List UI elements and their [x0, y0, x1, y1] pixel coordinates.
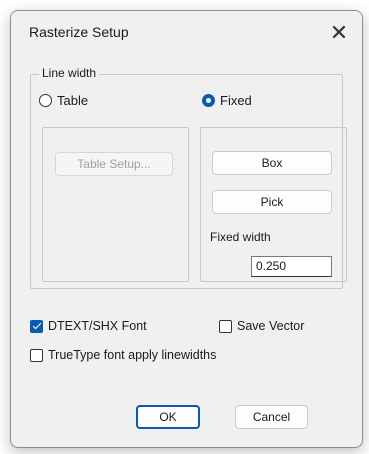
table-setup-button[interactable]: Table Setup...: [55, 152, 173, 176]
truetype-linewidths-label: TrueType font apply linewidths: [48, 348, 217, 362]
table-radio[interactable]: Table: [39, 93, 88, 108]
save-vector-checkbox-indicator[interactable]: [219, 319, 232, 333]
dtext-shx-checkbox-indicator[interactable]: [30, 319, 43, 333]
title-bar: Rasterize Setup ✕: [11, 11, 362, 55]
dtext-shx-label: DTEXT/SHX Font: [48, 319, 147, 333]
save-vector-label: Save Vector: [237, 319, 305, 333]
table-radio-indicator[interactable]: [39, 94, 52, 107]
ok-button[interactable]: OK: [136, 405, 200, 429]
fixed-radio[interactable]: Fixed: [202, 93, 252, 108]
cancel-button[interactable]: Cancel: [235, 405, 308, 429]
truetype-linewidths-checkbox-indicator[interactable]: [30, 348, 43, 362]
fixed-width-input[interactable]: 0.250: [251, 256, 332, 277]
dtext-shx-checkbox[interactable]: DTEXT/SHX Font: [30, 319, 147, 333]
table-radio-label: Table: [57, 93, 89, 108]
box-button[interactable]: Box: [212, 151, 332, 175]
dialog-title: Rasterize Setup: [29, 24, 129, 40]
rasterize-setup-dialog: Rasterize Setup ✕ Line width Table Fixed…: [10, 10, 363, 448]
table-panel: [42, 127, 189, 282]
truetype-linewidths-checkbox[interactable]: TrueType font apply linewidths: [30, 348, 216, 362]
fixed-radio-indicator[interactable]: [202, 94, 215, 107]
line-width-legend: Line width: [39, 66, 100, 80]
save-vector-checkbox[interactable]: Save Vector: [219, 319, 304, 333]
fixed-radio-label: Fixed: [220, 93, 252, 108]
close-icon[interactable]: ✕: [324, 18, 354, 48]
pick-button[interactable]: Pick: [212, 190, 332, 214]
fixed-width-label: Fixed width: [210, 230, 271, 244]
